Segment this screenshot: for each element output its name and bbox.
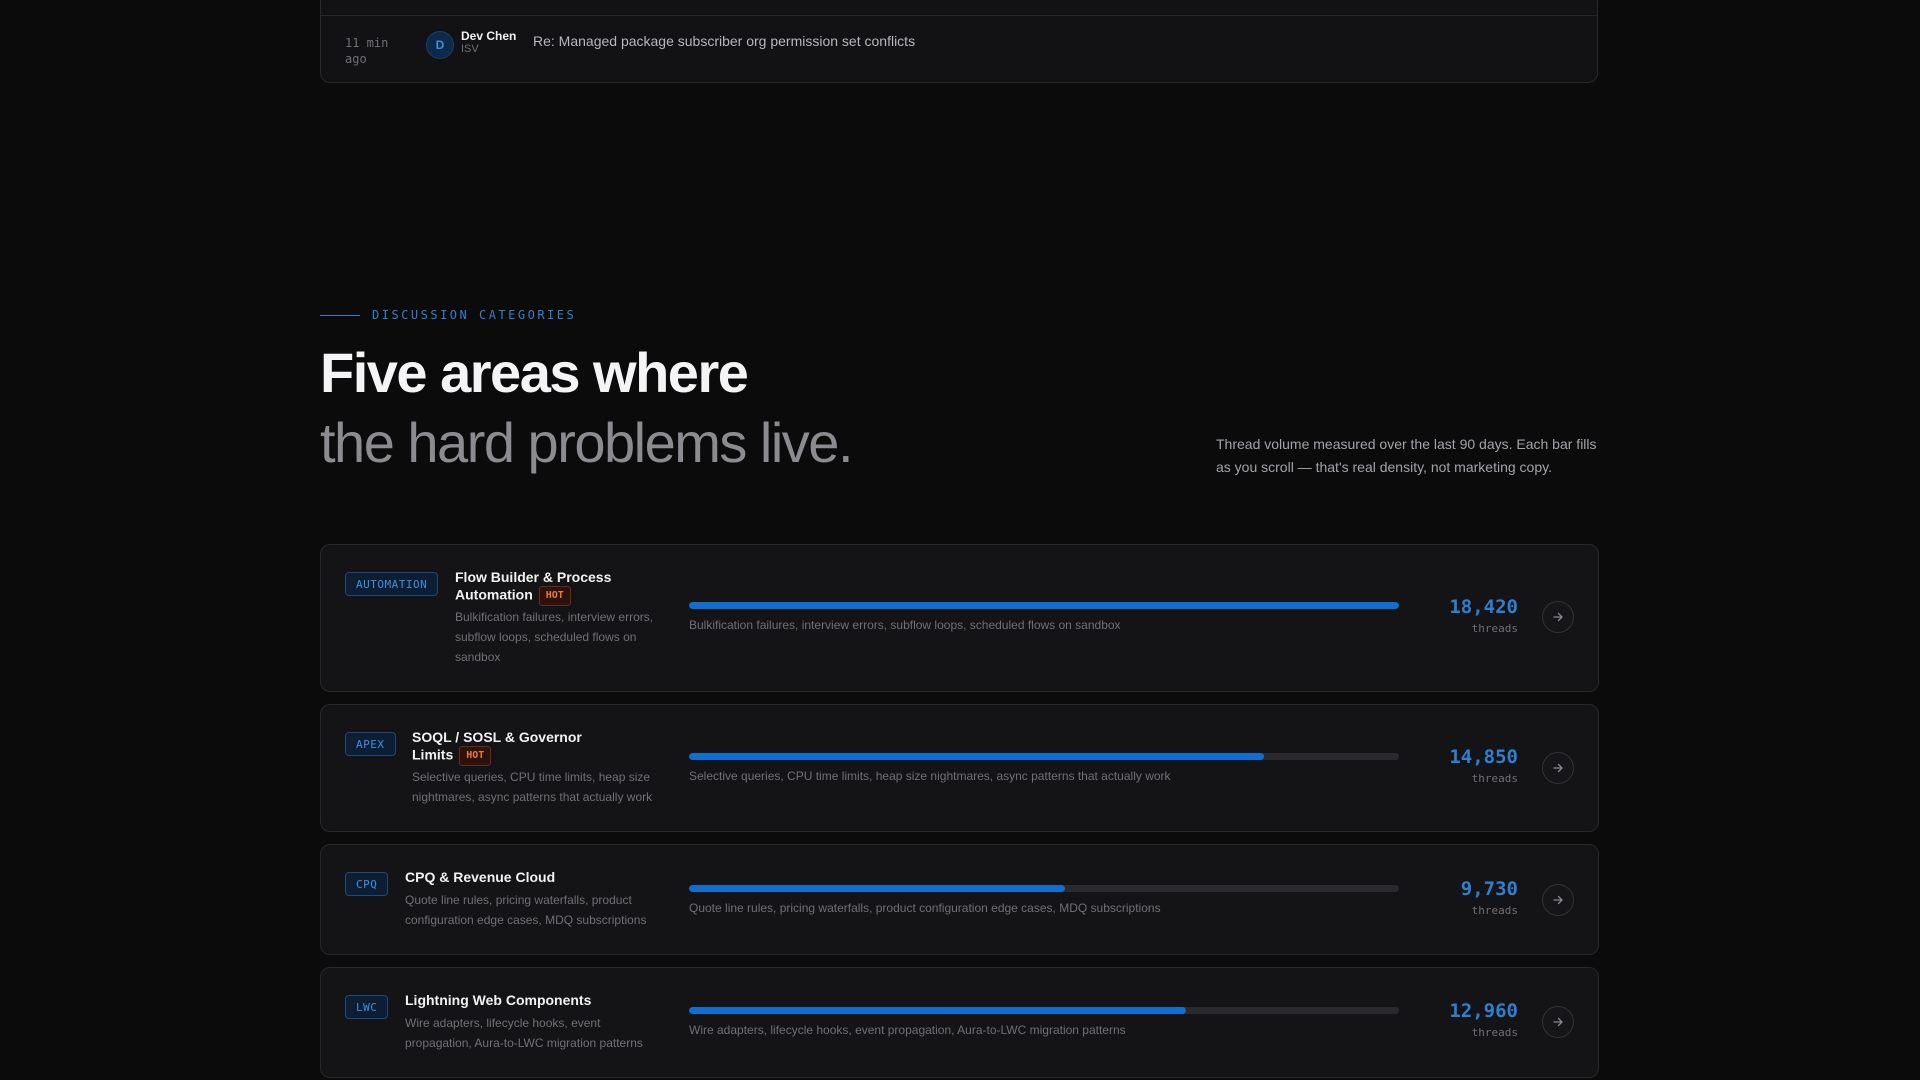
section-headline-secondary: the hard problems live. xyxy=(320,411,854,474)
thread-volume-bar xyxy=(689,885,1399,892)
thread-count-unit: threads xyxy=(1471,1026,1518,1039)
thread-count-unit: threads xyxy=(1471,904,1518,917)
thread-volume-bar xyxy=(689,1007,1399,1014)
thread-subject-link[interactable]: Re: Managed package subscriber org permi… xyxy=(533,33,915,49)
category-description: Quote line rules, pricing waterfalls, pr… xyxy=(405,893,647,927)
eyebrow-line xyxy=(320,314,360,316)
thread-count-unit: threads xyxy=(1471,622,1518,635)
arrow-right-icon xyxy=(1553,895,1563,905)
category-card-automation[interactable]: AUTOMATION Flow Builder & Process Automa… xyxy=(320,544,1599,692)
thread-count: 14,850 xyxy=(1449,746,1518,768)
activity-divider xyxy=(321,15,1597,16)
category-tag: AUTOMATION xyxy=(345,572,439,596)
category-title-text: Flow Builder & Process Automation xyxy=(455,569,612,603)
category-description: Wire adapters, lifecycle hooks, event pr… xyxy=(405,1016,643,1050)
community-page: 11 min ago D Dev Chen ISV Re: Managed pa… xyxy=(0,0,1920,1080)
bar-caption: Quote line rules, pricing waterfalls, pr… xyxy=(689,901,1161,915)
hot-badge: HOT xyxy=(538,586,571,606)
arrow-right-icon xyxy=(1553,763,1563,773)
category-card-apex[interactable]: APEX SOQL / SOSL & Governor Limits HOT Se… xyxy=(320,704,1599,832)
thread-volume-bar xyxy=(689,602,1399,609)
thread-volume-bar xyxy=(689,753,1399,760)
thread-count: 12,960 xyxy=(1449,1000,1518,1022)
category-card-cpq[interactable]: CPQ CPQ & Revenue Cloud Quote line rules… xyxy=(320,844,1599,955)
bar-caption: Wire adapters, lifecycle hooks, event pr… xyxy=(689,1023,1126,1037)
open-category-button[interactable] xyxy=(1542,1006,1574,1038)
arrow-right-icon xyxy=(1553,1017,1563,1027)
avatar: D xyxy=(426,31,454,59)
category-tag: LWC xyxy=(345,995,389,1019)
thread-count: 9,730 xyxy=(1460,878,1518,900)
author-name[interactable]: Dev Chen xyxy=(461,29,516,43)
recent-activity-item[interactable]: 11 min ago D Dev Chen ISV Re: Managed pa… xyxy=(320,0,1598,83)
open-category-button[interactable] xyxy=(1542,601,1574,633)
section-note: Thread volume measured over the last 90 … xyxy=(1216,436,1597,475)
thread-volume-fill xyxy=(689,602,1399,609)
open-category-button[interactable] xyxy=(1542,884,1574,916)
section-headline-primary: Five areas where xyxy=(320,341,749,404)
author-role: ISV xyxy=(461,43,479,55)
section-eyebrow: DISCUSSION CATEGORIES xyxy=(320,308,576,322)
category-description: Selective queries, CPU time limits, heap… xyxy=(412,770,653,804)
activity-timestamp: 11 min ago xyxy=(345,36,389,66)
category-description: Bulkification failures, interview errors… xyxy=(455,610,654,664)
category-card-lwc[interactable]: LWC Lightning Web Components Wire adapte… xyxy=(320,967,1599,1078)
eyebrow-text: DISCUSSION CATEGORIES xyxy=(372,308,577,322)
thread-volume-fill xyxy=(689,1007,1186,1014)
thread-count-unit: threads xyxy=(1471,772,1518,785)
bar-caption: Bulkification failures, interview errors… xyxy=(689,618,1121,632)
category-tag: APEX xyxy=(345,732,396,756)
category-title-text: CPQ & Revenue Cloud xyxy=(405,869,556,885)
category-title-text: SOQL / SOSL & Governor Limits xyxy=(412,729,582,763)
thread-volume-fill xyxy=(689,885,1066,892)
thread-count: 18,420 xyxy=(1449,596,1518,618)
category-title: Lightning Web Components xyxy=(405,992,645,1009)
hot-badge: HOT xyxy=(459,746,492,766)
category-title-text: Lightning Web Components xyxy=(405,992,592,1008)
category-title: Flow Builder & Process Automation HOT xyxy=(455,569,645,606)
arrow-right-icon xyxy=(1553,612,1563,622)
thread-volume-fill xyxy=(689,753,1265,760)
category-tag: CPQ xyxy=(345,872,389,896)
open-category-button[interactable] xyxy=(1542,752,1574,784)
category-title: CPQ & Revenue Cloud xyxy=(405,869,645,886)
category-title: SOQL / SOSL & Governor Limits HOT xyxy=(412,729,612,766)
bar-caption: Selective queries, CPU time limits, heap… xyxy=(689,769,1171,783)
